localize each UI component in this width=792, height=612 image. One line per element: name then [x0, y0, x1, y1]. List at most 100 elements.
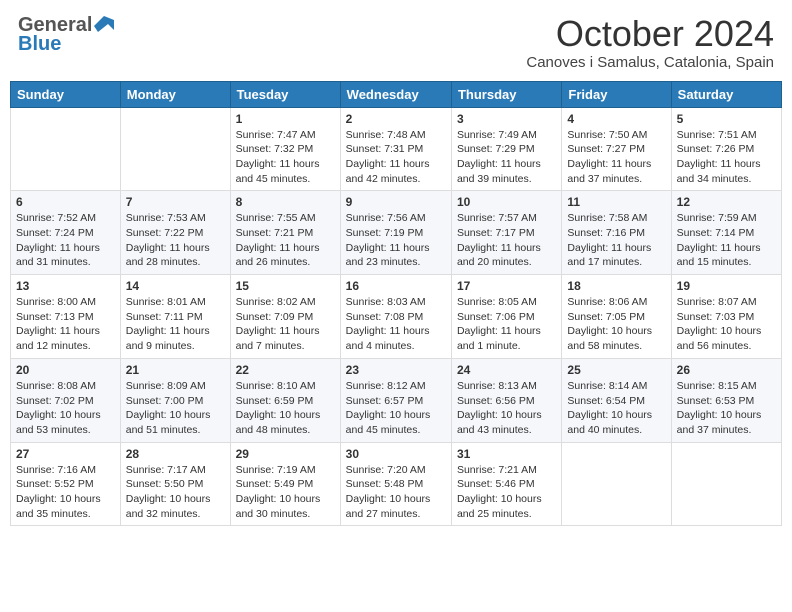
calendar-week-5: 27 Sunrise: 7:16 AM Sunset: 5:52 PM Dayli…: [11, 442, 782, 526]
calendar-cell: 11 Sunrise: 7:58 AM Sunset: 7:16 PM Dayli…: [562, 191, 671, 275]
cell-content: Sunrise: 7:52 AM Sunset: 7:24 PM Dayligh…: [16, 211, 115, 270]
calendar-cell: 24 Sunrise: 8:13 AM Sunset: 6:56 PM Dayli…: [451, 358, 561, 442]
calendar-cell: 18 Sunrise: 8:06 AM Sunset: 7:05 PM Dayli…: [562, 275, 671, 359]
day-number: 22: [236, 363, 335, 377]
day-number: 18: [567, 279, 665, 293]
day-number: 13: [16, 279, 115, 293]
calendar-week-2: 6 Sunrise: 7:52 AM Sunset: 7:24 PM Daylig…: [11, 191, 782, 275]
cell-content: Sunrise: 8:06 AM Sunset: 7:05 PM Dayligh…: [567, 295, 665, 354]
calendar-cell: 23 Sunrise: 8:12 AM Sunset: 6:57 PM Dayli…: [340, 358, 451, 442]
day-header-sunday: Sunday: [11, 81, 121, 107]
day-number: 15: [236, 279, 335, 293]
calendar-cell: 26Sunrise: 8:15 AM Sunset: 6:53 PM Dayli…: [671, 358, 781, 442]
calendar-cell: 9Sunrise: 7:56 AM Sunset: 7:19 PM Daylig…: [340, 191, 451, 275]
calendar-cell: 3 Sunrise: 7:49 AM Sunset: 7:29 PM Daylig…: [451, 107, 561, 191]
day-number: 31: [457, 447, 556, 461]
calendar-cell: 22 Sunrise: 8:10 AM Sunset: 6:59 PM Dayli…: [230, 358, 340, 442]
cell-content: Sunrise: 8:08 AM Sunset: 7:02 PM Dayligh…: [16, 379, 115, 438]
cell-content: Sunrise: 8:03 AM Sunset: 7:08 PM Dayligh…: [346, 295, 446, 354]
day-number: 14: [126, 279, 225, 293]
cell-content: Sunrise: 7:59 AM Sunset: 7:14 PM Dayligh…: [677, 211, 776, 270]
cell-content: Sunrise: 8:00 AM Sunset: 7:13 PM Dayligh…: [16, 295, 115, 354]
calendar-cell: 25 Sunrise: 8:14 AM Sunset: 6:54 PM Dayli…: [562, 358, 671, 442]
cell-content: Sunrise: 7:56 AM Sunset: 7:19 PM Dayligh…: [346, 211, 446, 270]
day-header-wednesday: Wednesday: [340, 81, 451, 107]
calendar-week-3: 13 Sunrise: 8:00 AM Sunset: 7:13 PM Dayli…: [11, 275, 782, 359]
day-number: 10: [457, 195, 556, 209]
day-number: 3: [457, 112, 556, 126]
cell-content: Sunrise: 7:51 AM Sunset: 7:26 PM Dayligh…: [677, 128, 776, 187]
day-number: 7: [126, 195, 225, 209]
day-number: 21: [126, 363, 225, 377]
logo-blue: Blue: [18, 33, 61, 56]
day-number: 23: [346, 363, 446, 377]
cell-content: Sunrise: 8:14 AM Sunset: 6:54 PM Dayligh…: [567, 379, 665, 438]
cell-content: Sunrise: 8:13 AM Sunset: 6:56 PM Dayligh…: [457, 379, 556, 438]
cell-content: Sunrise: 7:48 AM Sunset: 7:31 PM Dayligh…: [346, 128, 446, 187]
day-number: 1: [236, 112, 335, 126]
day-header-friday: Friday: [562, 81, 671, 107]
calendar-cell: 7 Sunrise: 7:53 AM Sunset: 7:22 PM Daylig…: [120, 191, 230, 275]
calendar-cell: [120, 107, 230, 191]
page-header: General Blue October 2024 Canoves i Sama…: [10, 10, 782, 75]
day-number: 25: [567, 363, 665, 377]
calendar-table: SundayMondayTuesdayWednesdayThursdayFrid…: [10, 81, 782, 527]
calendar-cell: 21 Sunrise: 8:09 AM Sunset: 7:00 PM Dayli…: [120, 358, 230, 442]
cell-content: Sunrise: 7:16 AM Sunset: 5:52 PM Dayligh…: [16, 463, 115, 522]
cell-content: Sunrise: 8:07 AM Sunset: 7:03 PM Dayligh…: [677, 295, 776, 354]
calendar-cell: 13 Sunrise: 8:00 AM Sunset: 7:13 PM Dayli…: [11, 275, 121, 359]
day-number: 11: [567, 195, 665, 209]
day-number: 24: [457, 363, 556, 377]
cell-content: Sunrise: 8:05 AM Sunset: 7:06 PM Dayligh…: [457, 295, 556, 354]
cell-content: Sunrise: 8:12 AM Sunset: 6:57 PM Dayligh…: [346, 379, 446, 438]
day-header-monday: Monday: [120, 81, 230, 107]
calendar-cell: 20 Sunrise: 8:08 AM Sunset: 7:02 PM Dayli…: [11, 358, 121, 442]
cell-content: Sunrise: 7:17 AM Sunset: 5:50 PM Dayligh…: [126, 463, 225, 522]
calendar-cell: 4Sunrise: 7:50 AM Sunset: 7:27 PM Daylig…: [562, 107, 671, 191]
calendar-cell: 6 Sunrise: 7:52 AM Sunset: 7:24 PM Daylig…: [11, 191, 121, 275]
cell-content: Sunrise: 7:55 AM Sunset: 7:21 PM Dayligh…: [236, 211, 335, 270]
calendar-cell: 10 Sunrise: 7:57 AM Sunset: 7:17 PM Dayli…: [451, 191, 561, 275]
day-number: 2: [346, 112, 446, 126]
calendar-cell: 19 Sunrise: 8:07 AM Sunset: 7:03 PM Dayli…: [671, 275, 781, 359]
calendar-week-4: 20 Sunrise: 8:08 AM Sunset: 7:02 PM Dayli…: [11, 358, 782, 442]
month-title: October 2024: [526, 14, 774, 54]
calendar-cell: 17 Sunrise: 8:05 AM Sunset: 7:06 PM Dayli…: [451, 275, 561, 359]
cell-content: Sunrise: 7:19 AM Sunset: 5:49 PM Dayligh…: [236, 463, 335, 522]
day-number: 30: [346, 447, 446, 461]
cell-content: Sunrise: 7:49 AM Sunset: 7:29 PM Dayligh…: [457, 128, 556, 187]
day-number: 29: [236, 447, 335, 461]
day-number: 17: [457, 279, 556, 293]
calendar-cell: 8Sunrise: 7:55 AM Sunset: 7:21 PM Daylig…: [230, 191, 340, 275]
day-number: 6: [16, 195, 115, 209]
cell-content: Sunrise: 7:57 AM Sunset: 7:17 PM Dayligh…: [457, 211, 556, 270]
day-header-thursday: Thursday: [451, 81, 561, 107]
calendar-cell: 5 Sunrise: 7:51 AM Sunset: 7:26 PM Daylig…: [671, 107, 781, 191]
cell-content: Sunrise: 7:58 AM Sunset: 7:16 PM Dayligh…: [567, 211, 665, 270]
day-number: 20: [16, 363, 115, 377]
logo-icon: [94, 16, 114, 36]
logo: General Blue: [18, 14, 114, 56]
day-number: 19: [677, 279, 776, 293]
cell-content: Sunrise: 8:10 AM Sunset: 6:59 PM Dayligh…: [236, 379, 335, 438]
calendar-header-row: SundayMondayTuesdayWednesdayThursdayFrid…: [11, 81, 782, 107]
cell-content: Sunrise: 7:50 AM Sunset: 7:27 PM Dayligh…: [567, 128, 665, 187]
day-number: 5: [677, 112, 776, 126]
calendar-cell: 1 Sunrise: 7:47 AM Sunset: 7:32 PM Daylig…: [230, 107, 340, 191]
cell-content: Sunrise: 7:47 AM Sunset: 7:32 PM Dayligh…: [236, 128, 335, 187]
calendar-cell: 15Sunrise: 8:02 AM Sunset: 7:09 PM Dayli…: [230, 275, 340, 359]
calendar-cell: [671, 442, 781, 526]
calendar-cell: 31 Sunrise: 7:21 AM Sunset: 5:46 PM Dayli…: [451, 442, 561, 526]
calendar-cell: 28Sunrise: 7:17 AM Sunset: 5:50 PM Dayli…: [120, 442, 230, 526]
calendar-cell: 12Sunrise: 7:59 AM Sunset: 7:14 PM Dayli…: [671, 191, 781, 275]
calendar-cell: 16 Sunrise: 8:03 AM Sunset: 7:08 PM Dayli…: [340, 275, 451, 359]
calendar-cell: 30Sunrise: 7:20 AM Sunset: 5:48 PM Dayli…: [340, 442, 451, 526]
calendar-cell: 14 Sunrise: 8:01 AM Sunset: 7:11 PM Dayli…: [120, 275, 230, 359]
day-number: 27: [16, 447, 115, 461]
day-number: 16: [346, 279, 446, 293]
cell-content: Sunrise: 8:15 AM Sunset: 6:53 PM Dayligh…: [677, 379, 776, 438]
cell-content: Sunrise: 7:53 AM Sunset: 7:22 PM Dayligh…: [126, 211, 225, 270]
cell-content: Sunrise: 8:09 AM Sunset: 7:00 PM Dayligh…: [126, 379, 225, 438]
cell-content: Sunrise: 7:21 AM Sunset: 5:46 PM Dayligh…: [457, 463, 556, 522]
cell-content: Sunrise: 8:01 AM Sunset: 7:11 PM Dayligh…: [126, 295, 225, 354]
